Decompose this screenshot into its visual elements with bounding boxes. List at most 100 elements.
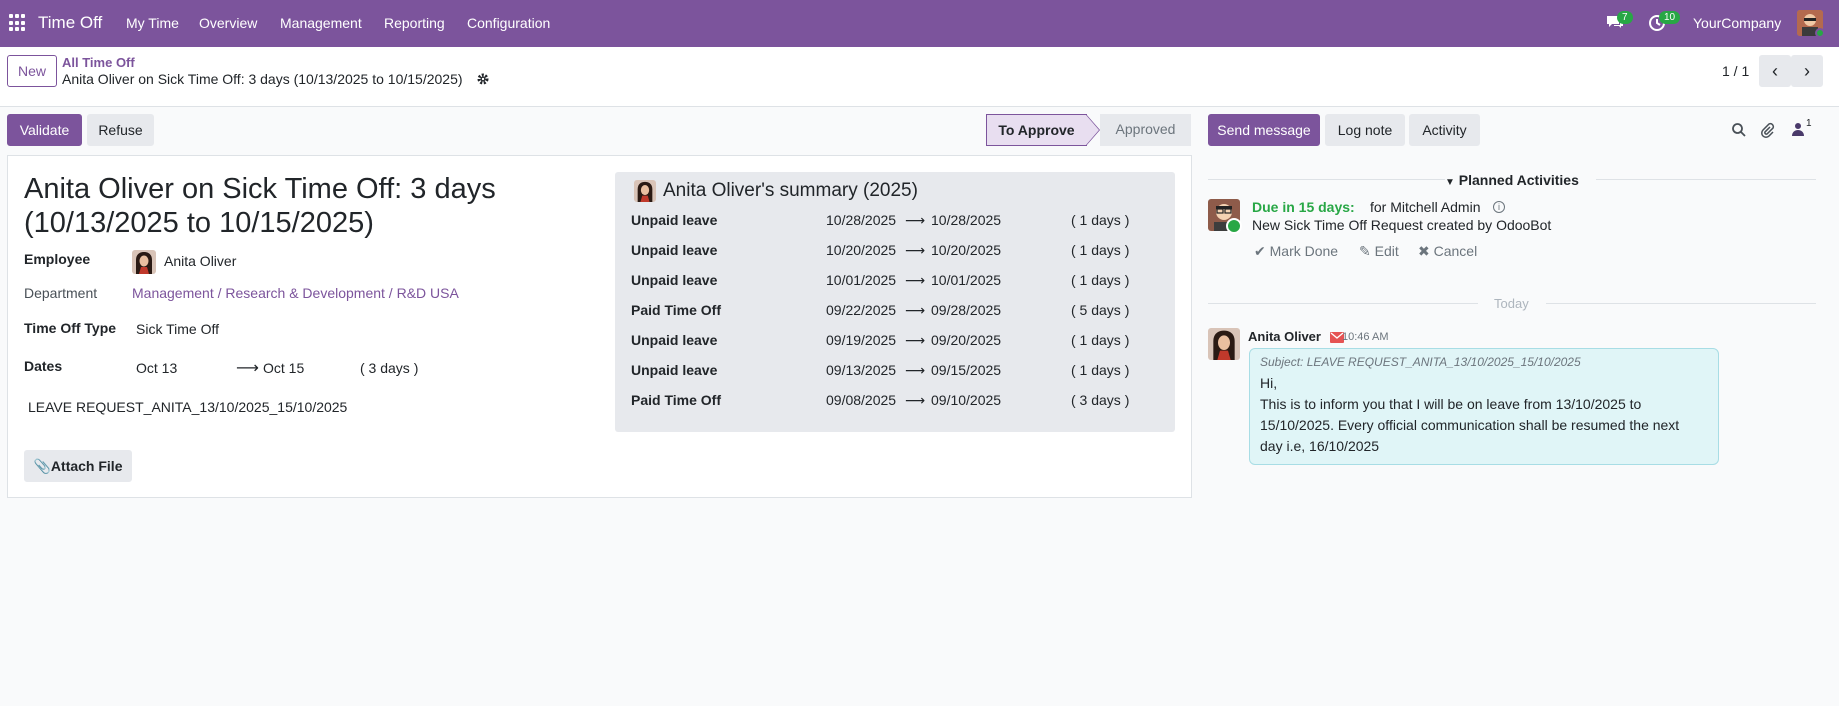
activity-summary: New Sick Time Off Request created by Odo… xyxy=(1252,217,1552,233)
employee-avatar xyxy=(132,250,156,274)
company-switcher[interactable]: YourCompany xyxy=(1693,15,1781,31)
message-line: Hi, xyxy=(1260,375,1278,391)
summary-from: 09/13/2025 xyxy=(826,362,897,378)
new-button[interactable]: New xyxy=(7,55,57,87)
arrow-right-icon: ⟶ xyxy=(905,242,926,258)
department-label: Department xyxy=(24,285,98,301)
caret-down-icon: ▼ xyxy=(1445,177,1455,188)
followers-icon[interactable] xyxy=(1792,122,1804,139)
activity-due: Due in 15 days: xyxy=(1252,199,1355,215)
message-line: 15/10/2025. Every official communication… xyxy=(1260,417,1680,433)
menu-overview[interactable]: Overview xyxy=(199,15,257,31)
edit-label: Edit xyxy=(1374,243,1399,259)
pager-next-button[interactable]: › xyxy=(1791,55,1823,87)
menu-my-time[interactable]: My Time xyxy=(126,15,179,31)
department-value[interactable]: Management / Research & Development / R&… xyxy=(132,285,459,301)
menu-configuration[interactable]: Configuration xyxy=(467,15,550,31)
gear-icon[interactable] xyxy=(476,72,490,89)
summary-to: 10/20/2025 xyxy=(931,242,1002,258)
summary-title: Anita Oliver's summary (2025) xyxy=(663,180,918,201)
online-status-dot xyxy=(1815,28,1825,38)
divider xyxy=(1596,179,1816,180)
app-brand[interactable]: Time Off xyxy=(38,13,102,33)
info-icon[interactable]: i xyxy=(1493,201,1505,213)
attachment-icon[interactable] xyxy=(1759,122,1775,141)
summary-to: 10/28/2025 xyxy=(931,212,1002,228)
description-field[interactable]: LEAVE REQUEST_ANITA_13/10/2025_15/10/202… xyxy=(28,399,347,415)
summary-days: ( 1 days ) xyxy=(1071,212,1130,228)
planned-activities-title: Planned Activities xyxy=(1458,172,1579,188)
search-icon[interactable] xyxy=(1731,122,1747,141)
summary-from: 10/01/2025 xyxy=(826,272,897,288)
summary-to: 09/28/2025 xyxy=(931,302,1002,318)
check-icon: ✔ xyxy=(1254,243,1266,259)
attach-file-button[interactable]: 📎Attach File xyxy=(24,450,132,482)
summary-row: Unpaid leave 09/19/2025 ⟶ 09/20/2025 ( 1… xyxy=(631,332,1151,352)
send-message-button[interactable]: Send message xyxy=(1208,114,1320,146)
paperclip-icon: 📎 xyxy=(33,458,51,474)
arrow-right-icon: ⟶ xyxy=(905,272,926,288)
mark-done-label: Mark Done xyxy=(1269,243,1339,259)
top-navbar: Time Off My Time Overview Management Rep… xyxy=(0,0,1839,47)
summary-row: Unpaid leave 10/20/2025 ⟶ 10/20/2025 ( 1… xyxy=(631,242,1151,262)
message-line: day i.e, 16/10/2025 xyxy=(1260,438,1380,454)
pager-prev-button[interactable]: ‹ xyxy=(1759,55,1791,87)
mark-done-link[interactable]: ✔ Mark Done xyxy=(1254,243,1338,260)
validate-button[interactable]: Validate xyxy=(7,114,82,146)
summary-from: 09/08/2025 xyxy=(826,392,897,408)
summary-row: Unpaid leave 10/28/2025 ⟶ 10/28/2025 ( 1… xyxy=(631,212,1151,232)
summary-row: Paid Time Off 09/08/2025 ⟶ 09/10/2025 ( … xyxy=(631,392,1151,412)
date-to-input[interactable]: Oct 15 xyxy=(263,360,304,376)
cancel-activity-link[interactable]: ✖ Cancel xyxy=(1418,243,1477,260)
today-label: Today xyxy=(1494,296,1529,311)
summary-from: 10/20/2025 xyxy=(826,242,897,258)
apps-menu-icon[interactable] xyxy=(9,14,27,32)
summary-row: Unpaid leave 09/13/2025 ⟶ 09/15/2025 ( 1… xyxy=(631,362,1151,382)
date-from-input[interactable]: Oct 13 xyxy=(136,360,177,376)
log-note-button[interactable]: Log note xyxy=(1325,114,1405,146)
summary-type: Unpaid leave xyxy=(631,212,718,228)
time-off-type-value[interactable]: Sick Time Off xyxy=(136,321,219,337)
summary-days: ( 3 days ) xyxy=(1071,392,1130,408)
message-line: This is to inform you that I will be on … xyxy=(1260,396,1642,412)
arrow-right-icon: ⟶ xyxy=(905,212,926,228)
summary-type: Unpaid leave xyxy=(631,272,718,288)
divider xyxy=(1208,179,1445,180)
summary-from: 09/19/2025 xyxy=(826,332,897,348)
pager-value[interactable]: 1 / 1 xyxy=(1722,63,1749,79)
activities-count-badge: 10 xyxy=(1659,11,1681,24)
arrow-right-icon: ⟶ xyxy=(905,302,926,318)
message-author[interactable]: Anita Oliver xyxy=(1248,329,1321,344)
breadcrumb-parent[interactable]: All Time Off xyxy=(62,55,135,70)
summary-days: ( 1 days ) xyxy=(1071,362,1130,378)
followers-count: 1 xyxy=(1806,118,1812,129)
attach-file-label: Attach File xyxy=(50,458,123,474)
edit-activity-link[interactable]: ✎ Edit xyxy=(1359,243,1399,260)
stage-to-approve[interactable]: To Approve xyxy=(986,114,1087,146)
menu-management[interactable]: Management xyxy=(280,15,362,31)
summary-to: 09/15/2025 xyxy=(931,362,1002,378)
cancel-label: Cancel xyxy=(1433,243,1478,259)
menu-reporting[interactable]: Reporting xyxy=(384,15,445,31)
summary-type: Paid Time Off xyxy=(631,392,721,408)
refuse-button[interactable]: Refuse xyxy=(87,114,154,146)
summary-to: 10/01/2025 xyxy=(931,272,1002,288)
planned-activities-toggle[interactable]: ▼ Planned Activities xyxy=(1445,172,1579,188)
employee-value[interactable]: Anita Oliver xyxy=(164,253,236,269)
summary-days: ( 5 days ) xyxy=(1071,302,1130,318)
activity-button[interactable]: Activity xyxy=(1409,114,1480,146)
arrow-right-icon: ⟶ xyxy=(905,392,926,408)
activity-assignee: for Mitchell Admin xyxy=(1370,199,1481,215)
stage-approved[interactable]: Approved xyxy=(1100,114,1191,146)
messages-count-badge: 7 xyxy=(1617,11,1633,24)
chevron-right-icon: › xyxy=(1804,61,1810,81)
message-time: 10:46 AM xyxy=(1342,331,1389,343)
activity-type-badge-icon xyxy=(1226,218,1242,234)
summary-to: 09/10/2025 xyxy=(931,392,1002,408)
summary-row: Unpaid leave 10/01/2025 ⟶ 10/01/2025 ( 1… xyxy=(631,272,1151,292)
pencil-icon: ✎ xyxy=(1359,243,1371,259)
stage-arrow xyxy=(1086,115,1099,145)
summary-days: ( 1 days ) xyxy=(1071,272,1130,288)
message-subject: Subject: LEAVE REQUEST_ANITA_13/10/2025_… xyxy=(1260,355,1581,369)
summary-type: Paid Time Off xyxy=(631,302,721,318)
